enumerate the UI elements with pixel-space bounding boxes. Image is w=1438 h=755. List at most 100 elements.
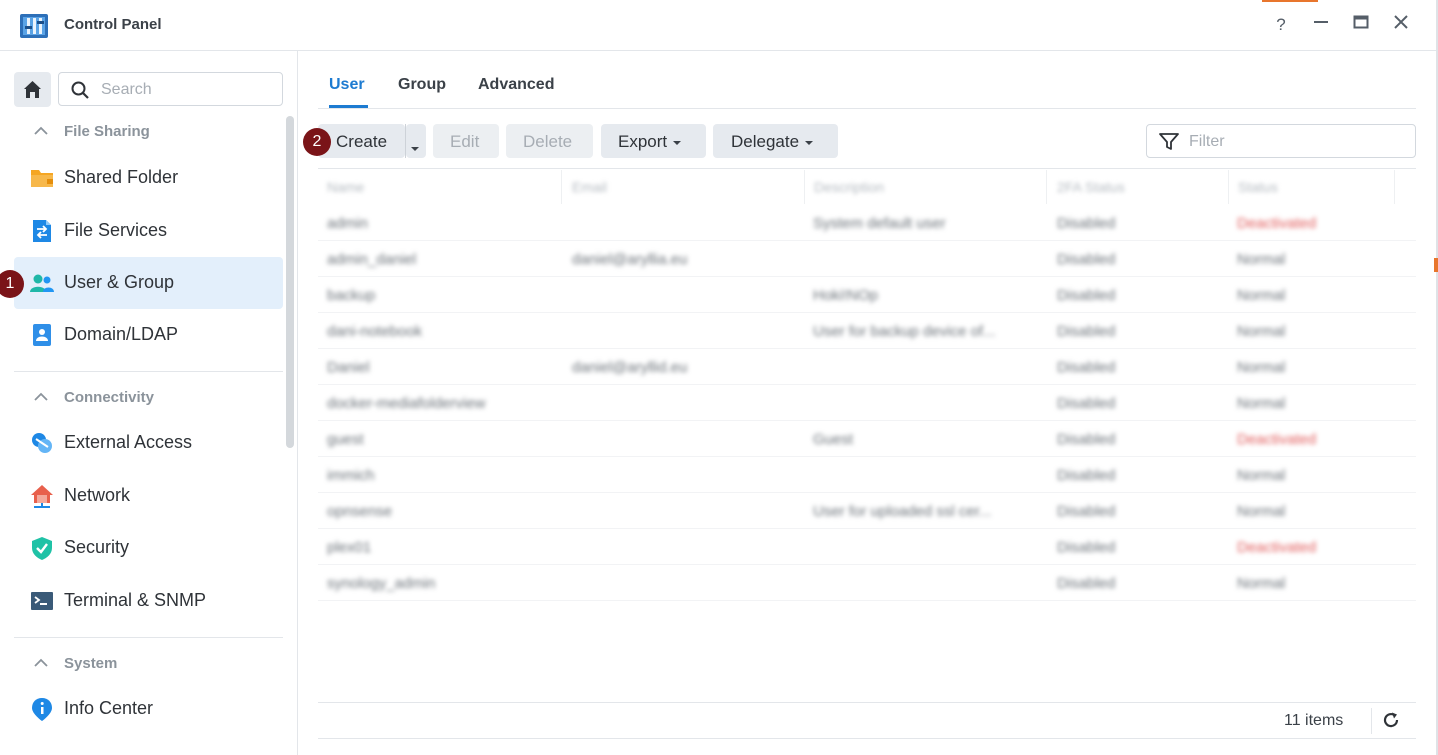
title-bar: Control Panel ?	[0, 0, 1438, 51]
cell-2fa-status: Disabled	[1057, 359, 1116, 376]
cell-2fa-status: Disabled	[1057, 503, 1116, 520]
column-separator	[1046, 170, 1047, 204]
table-row[interactable]: immich Disabled Normal	[318, 457, 1416, 493]
table-row[interactable]: synology_admin Disabled Normal	[318, 565, 1416, 601]
file-services-icon	[33, 220, 51, 242]
external-access-icon	[32, 433, 52, 453]
section-connectivity[interactable]: Connectivity	[34, 389, 154, 406]
caret-down-icon	[805, 140, 814, 145]
section-system[interactable]: System	[34, 655, 117, 672]
table-row[interactable]: guest Guest Disabled Deactivated	[318, 421, 1416, 457]
sidebar-scrollbar[interactable]	[286, 116, 294, 448]
create-dropdown-button[interactable]	[406, 124, 426, 158]
sidebar: Search File Sharing Shared Folder File S…	[0, 51, 298, 755]
sidebar-item-shared-folder[interactable]: Shared Folder	[14, 152, 283, 204]
sidebar-item-label: Domain/LDAP	[64, 324, 179, 344]
section-label: File Sharing	[64, 123, 150, 140]
sidebar-item-file-services[interactable]: File Services	[14, 205, 283, 257]
table-row[interactable]: dani-notebook User for backup device of..…	[318, 313, 1416, 349]
column-header-status[interactable]: Status	[1238, 179, 1278, 195]
table-row[interactable]: docker-mediafolderview Disabled Normal	[318, 385, 1416, 421]
section-divider	[14, 637, 283, 638]
sidebar-item-external-access[interactable]: External Access	[14, 417, 283, 469]
cell-status: Normal	[1237, 359, 1286, 376]
cell-name: opnsense	[327, 503, 393, 520]
create-button[interactable]: Create	[318, 124, 405, 158]
cell-status: Deactivated	[1237, 539, 1317, 556]
cell-status: Normal	[1237, 323, 1286, 340]
home-button[interactable]	[14, 72, 51, 107]
delete-button[interactable]: Delete	[506, 124, 593, 158]
maximize-button[interactable]	[1350, 14, 1372, 36]
cell-description: System default user	[813, 215, 946, 232]
folder-icon	[31, 170, 53, 187]
minimize-button[interactable]	[1310, 14, 1332, 36]
column-header-2fa-status[interactable]: 2FA Status	[1057, 179, 1125, 195]
cell-status: Deactivated	[1237, 215, 1317, 232]
tab-group[interactable]: Group	[398, 76, 446, 94]
cell-status: Normal	[1237, 395, 1286, 412]
edge-accent	[1434, 258, 1438, 272]
column-header-name[interactable]: Name	[327, 179, 364, 195]
accent-bar	[1262, 0, 1318, 2]
cell-name: admin	[327, 215, 368, 232]
section-label: System	[64, 655, 118, 672]
cell-2fa-status: Disabled	[1057, 323, 1116, 340]
table-row[interactable]: Daniel daniel@aryllid.eu Disabled Normal	[318, 349, 1416, 385]
cell-2fa-status: Disabled	[1057, 431, 1116, 448]
export-button-label: Export	[618, 132, 668, 151]
table-top-rule	[318, 168, 1416, 169]
filter-icon	[1159, 133, 1179, 150]
cell-status: Normal	[1237, 287, 1286, 304]
section-file-sharing[interactable]: File Sharing	[34, 123, 150, 140]
sidebar-item-security[interactable]: Security	[14, 522, 283, 574]
sidebar-item-terminal-snmp[interactable]: Terminal & SNMP	[14, 575, 283, 627]
column-header-description[interactable]: Description	[814, 179, 884, 195]
sidebar-item-info-center[interactable]: Info Center	[14, 683, 283, 735]
close-button[interactable]	[1390, 14, 1412, 36]
section-divider	[14, 371, 283, 372]
cell-2fa-status: Disabled	[1057, 539, 1116, 556]
footer-bottom-rule	[318, 738, 1416, 739]
table-row[interactable]: admin System default user Disabled Deactiva…	[318, 205, 1416, 241]
edit-button-label: Edit	[450, 132, 480, 151]
delete-button-label: Delete	[523, 132, 573, 151]
section-label: Connectivity	[64, 389, 155, 406]
column-separator	[1394, 170, 1395, 204]
control-panel-app-icon	[20, 14, 48, 38]
help-button[interactable]: ?	[1270, 14, 1292, 36]
table-row[interactable]: admin_daniel daniel@aryllia.eu Disabled Nor…	[318, 241, 1416, 277]
search-input[interactable]: Search	[58, 72, 283, 106]
sidebar-item-label: User & Group	[64, 272, 175, 292]
edit-button[interactable]: Edit	[433, 124, 499, 158]
sidebar-item-user-group[interactable]: User & Group	[14, 257, 283, 309]
cell-email: daniel@aryllia.eu	[572, 251, 688, 268]
sidebar-item-label: Shared Folder	[64, 167, 179, 187]
table-row[interactable]: backup Hoki!NOp Disabled Normal	[318, 277, 1416, 313]
sidebar-item-network[interactable]: Network	[14, 470, 283, 522]
delegate-button[interactable]: Delegate	[713, 124, 838, 158]
cell-description: Hoki!NOp	[813, 287, 879, 304]
caret-down-icon	[408, 138, 419, 158]
filter-input[interactable]: Filter	[1146, 124, 1416, 158]
export-button[interactable]: Export	[601, 124, 706, 158]
sidebar-item-label: External Access	[64, 432, 193, 452]
column-header-email[interactable]: Email	[572, 179, 607, 195]
network-icon	[31, 485, 53, 508]
chevron-up-icon	[34, 125, 56, 139]
table-row[interactable]: plex01 Disabled Deactivated	[318, 529, 1416, 565]
tab-user[interactable]: User	[329, 76, 365, 94]
search-icon	[71, 81, 89, 99]
create-button-label: Create	[336, 132, 388, 151]
refresh-icon[interactable]	[1382, 711, 1400, 729]
table-row[interactable]: opnsense User for uploaded ssl cer... Disa…	[318, 493, 1416, 529]
cell-2fa-status: Disabled	[1057, 287, 1116, 304]
tab-advanced[interactable]: Advanced	[478, 76, 554, 94]
tabs-divider	[318, 108, 1416, 109]
sidebar-item-domain-ldap[interactable]: Domain/LDAP	[14, 309, 283, 361]
domain-icon	[33, 324, 51, 346]
chevron-up-icon	[34, 391, 56, 405]
sidebar-item-label: Info Center	[64, 698, 154, 718]
cell-status: Normal	[1237, 575, 1286, 592]
column-separator	[804, 170, 805, 204]
